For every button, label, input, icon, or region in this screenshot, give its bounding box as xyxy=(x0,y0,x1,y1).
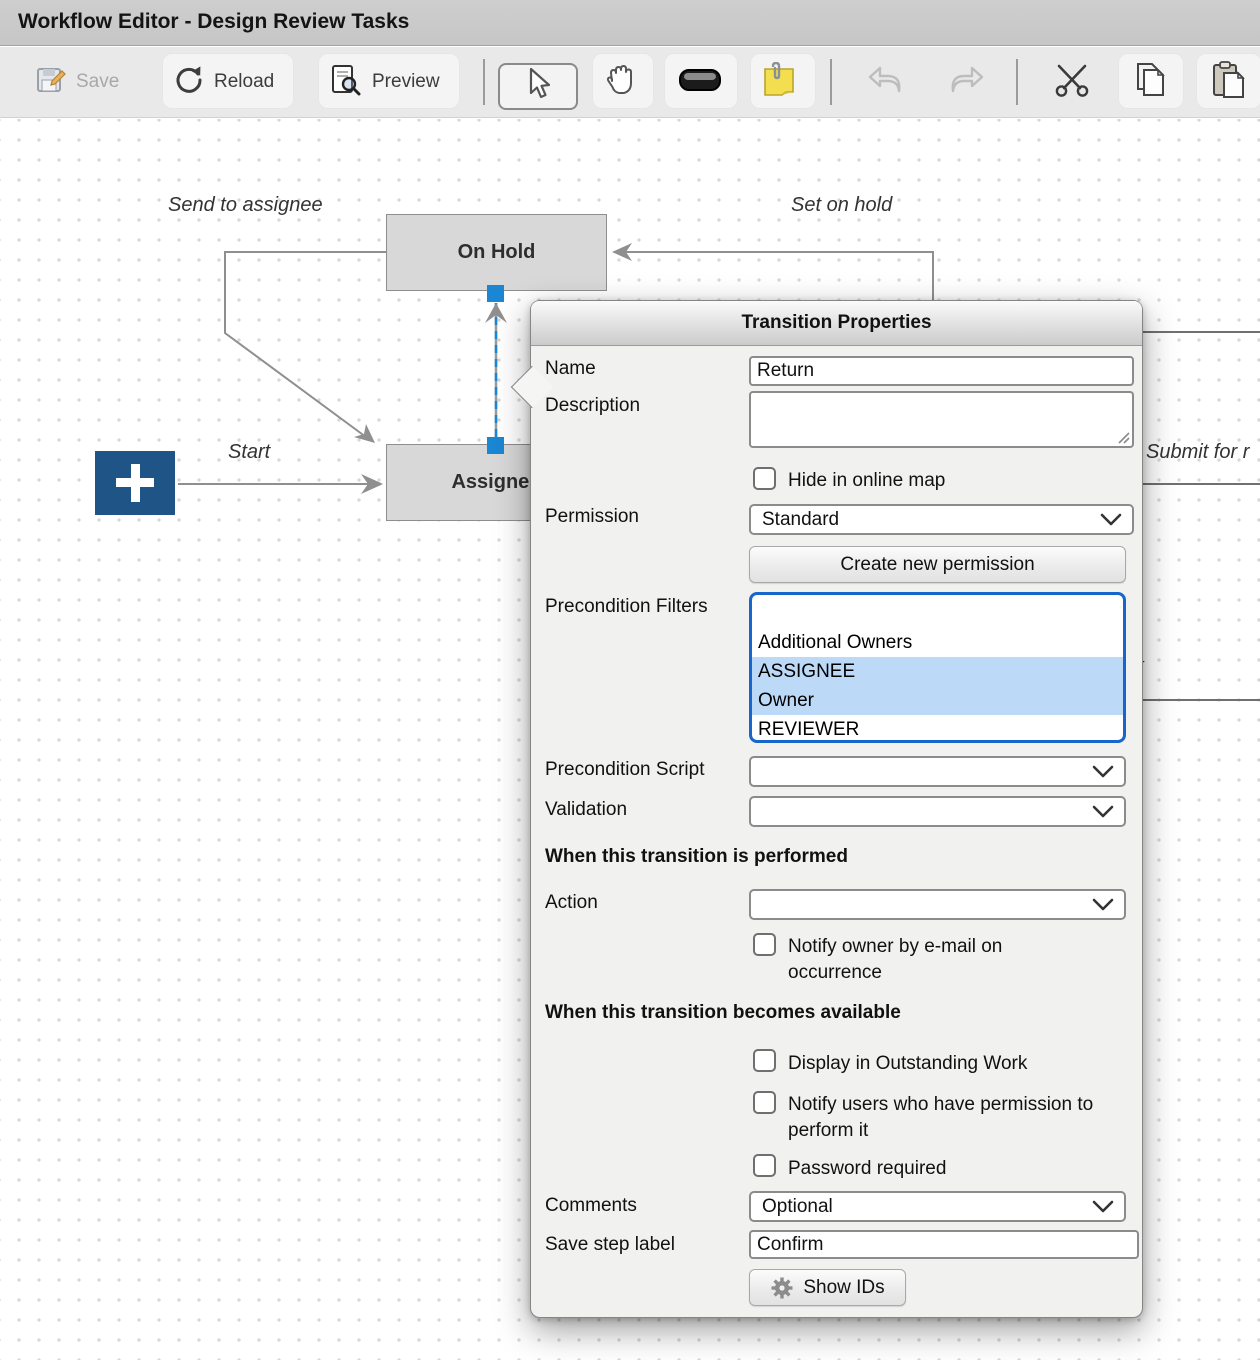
chevron-down-icon xyxy=(1100,513,1122,527)
filter-option-owner[interactable]: Owner xyxy=(752,686,1123,715)
pan-tool-button[interactable] xyxy=(601,60,639,104)
validation-select[interactable] xyxy=(749,796,1126,827)
toolbar-separator xyxy=(483,59,485,105)
notify-owner-checkbox[interactable] xyxy=(753,933,776,956)
toolbar: Save Reload Preview xyxy=(0,47,1260,118)
show-ids-label: Show IDs xyxy=(803,1277,884,1299)
copy-icon xyxy=(1132,61,1170,104)
cut-scissors-icon xyxy=(1052,62,1092,103)
select-tool-button[interactable] xyxy=(498,63,578,110)
display-outstanding-checkbox[interactable] xyxy=(753,1049,776,1072)
comments-label: Comments xyxy=(545,1195,637,1217)
save-button[interactable]: Save xyxy=(36,60,119,104)
comments-select[interactable]: Optional xyxy=(749,1191,1126,1222)
display-outstanding-label: Display in Outstanding Work xyxy=(788,1051,1027,1077)
filter-option-reviewer[interactable]: REVIEWER xyxy=(752,715,1123,743)
save-icon xyxy=(36,65,66,100)
start-node[interactable] xyxy=(95,451,175,515)
notify-users-checkbox[interactable] xyxy=(753,1091,776,1114)
name-label: Name xyxy=(545,358,596,380)
filter-option-additional-owners[interactable]: Additional Owners xyxy=(752,628,1123,657)
state-node-on-hold-label: On Hold xyxy=(458,241,536,264)
heading-when-performed: When this transition is performed xyxy=(545,846,848,868)
validation-label: Validation xyxy=(545,799,627,821)
paste-button[interactable] xyxy=(1210,60,1248,104)
notify-owner-label: Notify owner by e-mail on occurrence xyxy=(788,934,1058,985)
chevron-down-icon xyxy=(1092,765,1114,779)
save-step-label: Save step label xyxy=(545,1234,675,1256)
save-step-input[interactable] xyxy=(749,1230,1139,1259)
preview-label: Preview xyxy=(372,71,440,93)
description-textarea[interactable] xyxy=(749,391,1134,448)
toolbar-separator xyxy=(1016,59,1018,105)
transition-label-send-to-assignee[interactable]: Send to assignee xyxy=(168,194,323,217)
state-node-on-hold[interactable]: On Hold xyxy=(386,214,607,291)
transition-properties-dialog: Transition Properties Name Description H… xyxy=(530,300,1143,1318)
save-label: Save xyxy=(76,71,119,93)
gear-icon xyxy=(770,1276,794,1300)
filter-option-assignee[interactable]: ASSIGNEE xyxy=(752,657,1123,686)
copy-button[interactable] xyxy=(1132,60,1170,104)
undo-button[interactable] xyxy=(866,60,906,104)
cut-button[interactable] xyxy=(1052,60,1092,104)
page-title: Workflow Editor - Design Review Tasks xyxy=(18,10,409,34)
notify-users-label: Notify users who have permission to perf… xyxy=(788,1092,1118,1143)
reload-label: Reload xyxy=(214,71,274,93)
precondition-filters-listbox[interactable]: Additional Owners ASSIGNEE Owner REVIEWE… xyxy=(749,592,1126,743)
dialog-title: Transition Properties xyxy=(741,312,931,334)
heading-when-available: When this transition becomes available xyxy=(545,1002,901,1024)
chevron-down-icon xyxy=(1092,1200,1114,1214)
password-required-label: Password required xyxy=(788,1156,946,1182)
annotation-note-tool-button[interactable] xyxy=(760,60,798,104)
redo-icon xyxy=(946,64,986,101)
undo-icon xyxy=(866,64,906,101)
create-new-permission-label: Create new permission xyxy=(840,554,1034,576)
password-required-checkbox[interactable] xyxy=(753,1154,776,1177)
window-titlebar: Workflow Editor - Design Review Tasks xyxy=(0,0,1260,46)
comments-value: Optional xyxy=(751,1196,1092,1218)
permission-value: Standard xyxy=(751,509,1100,531)
filter-option-blank[interactable] xyxy=(752,599,1123,628)
precondition-script-label: Precondition Script xyxy=(545,759,704,781)
transition-label-submit-partial: Submit for r xyxy=(1146,441,1249,464)
plus-icon xyxy=(107,460,163,506)
preview-icon xyxy=(330,64,362,101)
reload-icon xyxy=(174,65,204,100)
hide-in-online-map-checkbox[interactable] xyxy=(753,467,776,490)
hide-in-online-map-label: Hide in online map xyxy=(788,468,945,494)
redo-button[interactable] xyxy=(946,60,986,104)
description-label: Description xyxy=(545,395,640,417)
precondition-filters-label: Precondition Filters xyxy=(545,596,708,618)
action-select[interactable] xyxy=(749,889,1126,920)
reload-button[interactable]: Reload xyxy=(174,60,274,104)
name-input[interactable] xyxy=(749,356,1134,386)
toolbar-separator xyxy=(830,59,832,105)
cursor-icon xyxy=(523,67,553,106)
permission-label: Permission xyxy=(545,506,639,528)
state-node-assigned-label: Assigned xyxy=(451,471,541,494)
step-node-tool-button[interactable] xyxy=(678,60,722,104)
permission-select[interactable]: Standard xyxy=(749,504,1134,535)
transition-label-set-on-hold[interactable]: Set on hold xyxy=(791,194,892,217)
action-label: Action xyxy=(545,892,598,914)
transition-label-start[interactable]: Start xyxy=(228,441,270,464)
create-new-permission-button[interactable]: Create new permission xyxy=(749,546,1126,583)
hand-icon xyxy=(601,61,639,104)
note-icon xyxy=(760,62,798,103)
show-ids-button[interactable]: Show IDs xyxy=(749,1269,906,1306)
paste-clipboard-icon xyxy=(1210,61,1248,104)
step-node-icon xyxy=(678,67,722,98)
dialog-titlebar[interactable]: Transition Properties xyxy=(531,301,1142,346)
chevron-down-icon xyxy=(1092,805,1114,819)
preview-button[interactable]: Preview xyxy=(330,60,440,104)
precondition-script-select[interactable] xyxy=(749,756,1126,787)
chevron-down-icon xyxy=(1092,898,1114,912)
resize-grip-icon[interactable] xyxy=(1116,430,1130,444)
